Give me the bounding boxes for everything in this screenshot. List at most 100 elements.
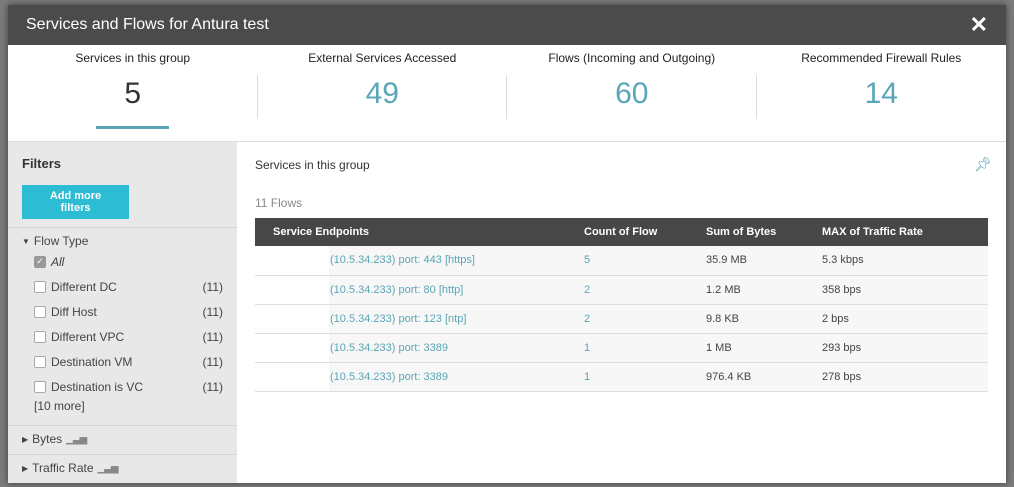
traffic-rate-cell: 278 bps <box>822 362 988 392</box>
more-options-link[interactable]: [10 more] <box>22 399 237 417</box>
flow-count: 11 Flows <box>255 196 303 210</box>
flow-type-toggle[interactable]: ▼ Flow Type <box>22 233 237 249</box>
tab-external-services[interactable]: External Services Accessed 49 <box>258 45 508 141</box>
traffic-rate-cell: 293 bps <box>822 333 988 363</box>
bar-chart-icon[interactable]: ▁▃▅ <box>66 434 87 445</box>
modal-title: Services and Flows for Antura test <box>26 16 269 33</box>
checkbox[interactable] <box>34 305 46 318</box>
checkbox-checked[interactable]: ✓ <box>34 255 46 268</box>
services-flows-modal: Services and Flows for Antura test ✕ Ser… <box>8 5 1006 483</box>
bytes-cell: 1.2 MB <box>706 275 822 305</box>
endpoint-cell: (10.5.34.233) port: 3389 <box>255 362 584 392</box>
endpoint-link[interactable]: (10.5.34.233) port: 443 [https] <box>330 254 475 266</box>
table-row: (10.5.34.233) port: 3389 1 976.4 KB 278 … <box>255 362 988 392</box>
main-panel: Services in this group 📌︎ 11 Flows Servi… <box>237 142 1006 483</box>
stat-value: 60 <box>615 77 649 110</box>
section-label: Bytes <box>32 432 63 446</box>
option-label: Destination VM <box>51 354 133 369</box>
stat-value: 14 <box>864 77 898 110</box>
endpoint-link[interactable]: (10.5.34.233) port: 3389 <box>330 371 448 383</box>
active-indicator <box>96 126 169 129</box>
table-row: (10.5.34.233) port: 123 [ntp] 2 9.8 KB 2… <box>255 304 988 334</box>
close-icon[interactable]: ✕ <box>970 12 988 38</box>
bytes-cell: 1 MB <box>706 333 822 363</box>
count-cell: 2 <box>584 275 706 305</box>
column-header[interactable]: Sum of Bytes <box>706 218 822 246</box>
count-link[interactable]: 1 <box>584 371 590 383</box>
endpoint-link[interactable]: (10.5.34.233) port: 123 [ntp] <box>330 313 466 325</box>
bytes-cell: 9.8 KB <box>706 304 822 334</box>
column-header[interactable]: Count of Flow <box>584 218 706 246</box>
add-more-filters-button[interactable]: Add more filters <box>22 185 129 219</box>
option-label: Diff Host <box>51 304 97 319</box>
endpoint-link[interactable]: (10.5.34.233) port: 3389 <box>330 342 448 354</box>
count-link[interactable]: 2 <box>584 313 590 325</box>
option-label: All <box>51 254 65 269</box>
endpoint-link[interactable]: (10.5.34.233) port: 80 [http] <box>330 284 463 296</box>
tab-firewall-rules[interactable]: Recommended Firewall Rules 14 <box>757 45 1007 141</box>
count-cell: 1 <box>584 362 706 392</box>
option-count: (11) <box>202 379 223 394</box>
flow-type-section: ▼ Flow Type ✓ All Different DC (11) Diff Ho… <box>8 227 237 417</box>
count-link[interactable]: 2 <box>584 284 590 296</box>
option-count: (11) <box>202 279 223 294</box>
stat-value: 5 <box>124 77 142 110</box>
filter-option[interactable]: Destination is VC (11) <box>22 374 237 399</box>
bytes-cell: 35.9 MB <box>706 246 822 276</box>
checkbox[interactable] <box>34 280 46 293</box>
filter-option[interactable]: Diff Host (11) <box>22 299 237 324</box>
checkbox[interactable] <box>34 355 46 368</box>
stat-label: External Services Accessed <box>308 51 457 65</box>
caret-down-icon: ▼ <box>22 236 30 246</box>
column-header[interactable]: MAX of Traffic Rate <box>822 218 988 246</box>
traffic-rate-cell: 2 bps <box>822 304 988 334</box>
modal-header: Services and Flows for Antura test ✕ <box>8 5 1006 45</box>
option-count: (11) <box>202 329 223 344</box>
count-cell: 5 <box>584 246 706 276</box>
count-cell: 2 <box>584 304 706 334</box>
option-label: Different VPC <box>51 329 125 344</box>
stat-label: Flows (Incoming and Outgoing) <box>548 51 716 65</box>
table-row: (10.5.34.233) port: 3389 1 1 MB 293 bps <box>255 333 988 363</box>
traffic-rate-section[interactable]: ▶ Traffic Rate ▁▃▅ <box>8 454 237 476</box>
caret-right-icon: ▶ <box>22 434 29 444</box>
count-link[interactable]: 5 <box>584 254 590 266</box>
count-cell: 1 <box>584 333 706 363</box>
endpoint-cell: (10.5.34.233) port: 80 [http] <box>255 275 584 305</box>
tab-services[interactable]: Services in this group 5 <box>8 45 258 141</box>
endpoint-cell: (10.5.34.233) port: 3389 <box>255 333 584 363</box>
count-link[interactable]: 1 <box>584 342 590 354</box>
filters-sidebar: Filters Add more filters ▼ Flow Type ✓ All… <box>8 142 237 483</box>
option-count: (11) <box>202 304 223 319</box>
filter-option[interactable]: Destination VM (11) <box>22 349 237 374</box>
endpoint-cell: (10.5.34.233) port: 123 [ntp] <box>255 304 584 334</box>
services-table: Service Endpoints Count of Flow Sum of B… <box>255 218 988 392</box>
pin-icon[interactable]: 📌︎ <box>974 156 992 173</box>
traffic-rate-cell: 5.3 kbps <box>822 246 988 276</box>
stat-label: Services in this group <box>75 51 191 65</box>
checkbox[interactable] <box>34 380 46 393</box>
endpoint-cell: (10.5.34.233) port: 443 [https] <box>255 246 584 276</box>
table-row: (10.5.34.233) port: 80 [http] 2 1.2 MB 3… <box>255 275 988 305</box>
stat-label: Recommended Firewall Rules <box>801 51 962 65</box>
filter-option[interactable]: Different DC (11) <box>22 274 237 299</box>
section-label: Traffic Rate <box>32 461 94 475</box>
stats-tabs: Services in this group 5 External Service… <box>8 45 1006 142</box>
filter-all[interactable]: ✓ All <box>22 249 237 274</box>
checkbox[interactable] <box>34 330 46 343</box>
bytes-cell: 976.4 KB <box>706 362 822 392</box>
stat-value: 49 <box>365 77 399 110</box>
panel-title: Services in this group <box>255 158 370 172</box>
tab-flows[interactable]: Flows (Incoming and Outgoing) 60 <box>507 45 757 141</box>
column-header[interactable]: Service Endpoints <box>255 218 584 246</box>
caret-right-icon: ▶ <box>22 463 29 473</box>
option-label: Different DC <box>51 279 117 294</box>
traffic-rate-cell: 358 bps <box>822 275 988 305</box>
option-count: (11) <box>202 354 223 369</box>
section-label: Flow Type <box>33 234 89 248</box>
table-row: (10.5.34.233) port: 443 [https] 5 35.9 M… <box>255 246 988 276</box>
bar-chart-icon[interactable]: ▁▃▅ <box>98 463 119 474</box>
filter-option[interactable]: Different VPC (11) <box>22 324 237 349</box>
bytes-section[interactable]: ▶ Bytes ▁▃▅ <box>8 425 237 454</box>
filters-title: Filters <box>22 156 62 171</box>
